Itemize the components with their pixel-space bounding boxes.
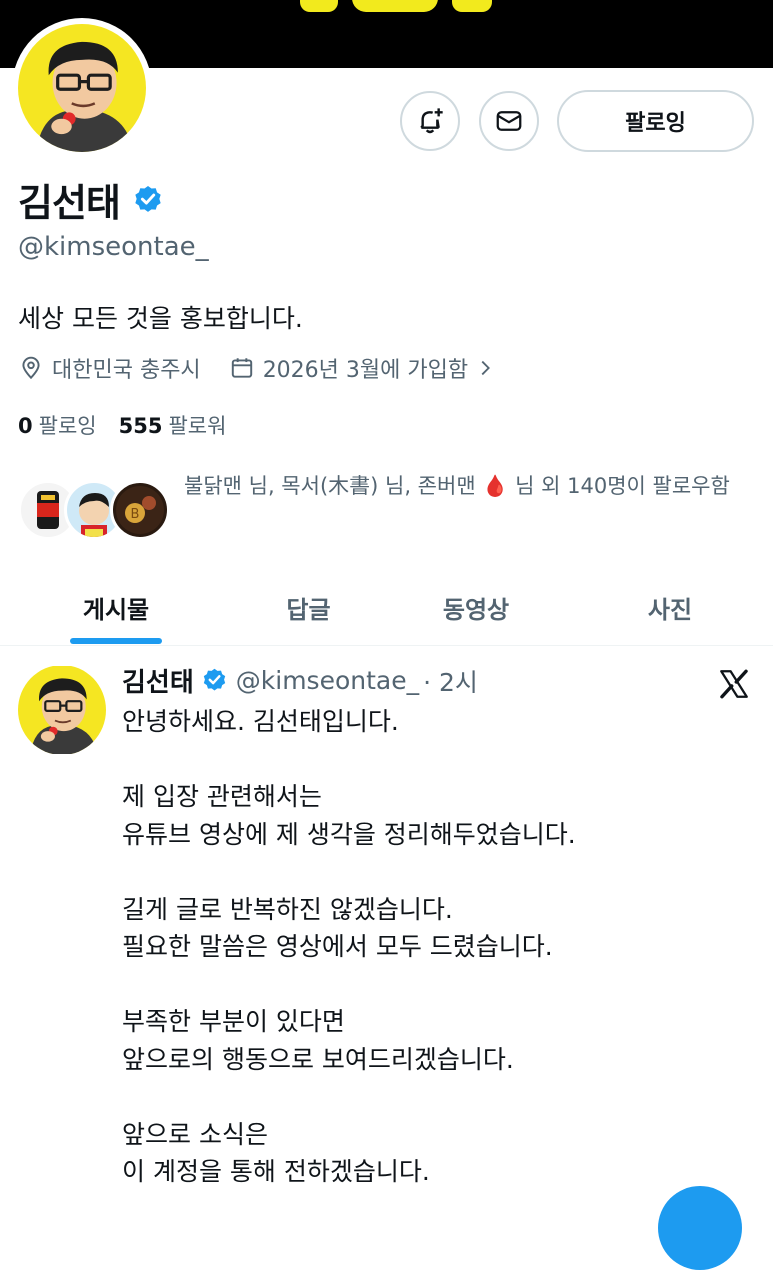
verified-badge-icon xyxy=(203,668,225,691)
post-timestamp[interactable]: · 2시 xyxy=(423,663,478,699)
following-count-link[interactable]: 0 팔로잉 xyxy=(18,410,97,440)
post-author-handle[interactable]: @kimseontae_ xyxy=(236,666,419,695)
tab-videos[interactable]: 동영상 xyxy=(385,570,567,644)
followers-label: 팔로워 xyxy=(168,414,227,438)
post-header: 김선태 @kimseontae_ · 2시 xyxy=(122,662,478,699)
profile-name: 김선태 xyxy=(18,181,121,225)
profile-tabs: 게시물 답글 동영상 사진 xyxy=(0,570,773,646)
following-label: 팔로잉 xyxy=(38,414,97,438)
follower-avatar: B xyxy=(110,480,170,540)
follow-counts: 0 팔로잉 555 팔로워 xyxy=(18,410,226,440)
tab-replies[interactable]: 답글 xyxy=(232,570,385,644)
tab-photos[interactable]: 사진 xyxy=(567,570,773,644)
tab-posts[interactable]: 게시물 xyxy=(0,570,232,644)
x-logo-icon xyxy=(720,669,748,699)
followers-count-link[interactable]: 555 팔로워 xyxy=(119,410,227,440)
chevron-right-icon xyxy=(481,360,491,376)
active-tab-indicator xyxy=(70,638,162,644)
post-text: 안녕하세요. 김선태입니다. 제 입장 관련해서는 유튜브 영상에 제 생각을 … xyxy=(122,707,576,1186)
profile-handle: @kimseontae_ xyxy=(18,232,209,262)
envelope-icon xyxy=(496,111,522,131)
following-button[interactable]: 팔로잉 xyxy=(557,90,754,152)
joined-date[interactable]: 2026년 3월에 가입함 xyxy=(229,352,504,384)
post-author-name[interactable]: 김선태 xyxy=(122,662,194,699)
notify-button[interactable] xyxy=(400,91,460,151)
followers-count: 555 xyxy=(118,414,163,438)
profile-meta: 대한민국 충주시 2026년 3월에 가입함 xyxy=(18,352,504,384)
profile-name-row: 김선태 xyxy=(18,172,164,227)
svg-text:B: B xyxy=(131,507,140,522)
bell-plus-icon xyxy=(420,108,443,134)
post-author-avatar[interactable] xyxy=(18,665,106,755)
location-text: 대한민국 충주시 xyxy=(52,358,201,383)
joined-text: 2026년 3월에 가입함 xyxy=(262,358,469,383)
following-count: 0 xyxy=(18,414,33,438)
location-pin-icon xyxy=(22,356,40,380)
profile-avatar[interactable] xyxy=(12,18,152,158)
followed-by-text: 불닭맨 님, 목서(木書) 님, 존버맨 🩸 님 외 140명이 팔로우함 xyxy=(184,474,730,498)
verified-badge-icon xyxy=(135,185,161,212)
followed-by[interactable]: B 불닭맨 님, 목서(木書) 님, 존버맨 🩸 님 외 140명이 팔로우함 xyxy=(18,470,758,544)
profile-bio: 세상 모든 것을 홍보합니다. xyxy=(18,304,303,333)
compose-button[interactable] xyxy=(658,1186,742,1270)
location: 대한민국 충주시 xyxy=(18,352,201,384)
message-button[interactable] xyxy=(479,91,539,151)
following-button-label: 팔로잉 xyxy=(625,111,686,136)
calendar-icon xyxy=(231,358,252,378)
